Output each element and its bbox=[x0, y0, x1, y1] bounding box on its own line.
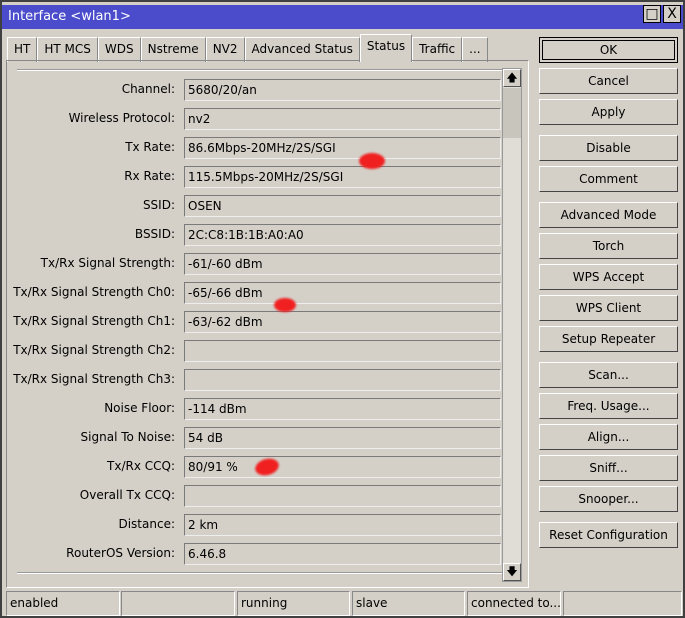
wps-accept-button[interactable]: WPS Accept bbox=[539, 264, 678, 290]
close-icon[interactable]: X bbox=[663, 5, 681, 23]
field-row: BSSID: 2C:C8:1B:1B:A0:A0 bbox=[11, 224, 501, 246]
status-segment: running bbox=[237, 591, 350, 616]
field-row: Signal To Noise: 54 dB bbox=[11, 427, 501, 449]
field-label: Signal To Noise: bbox=[80, 430, 175, 444]
tab-nv2[interactable]: NV2 bbox=[205, 37, 245, 62]
divider bbox=[17, 69, 503, 71]
field-label: Tx/Rx Signal Strength Ch3: bbox=[13, 372, 175, 386]
field-value[interactable]: 5680/20/an bbox=[184, 79, 501, 101]
field-row: Tx/Rx Signal Strength Ch2: bbox=[11, 340, 501, 362]
redaction-mark bbox=[274, 298, 296, 312]
scroll-up-icon[interactable]: 🡅 bbox=[503, 69, 521, 87]
status-segment: connected to... bbox=[467, 591, 561, 616]
field-value[interactable]: OSEN bbox=[184, 195, 501, 217]
field-label: Tx/Rx Signal Strength Ch2: bbox=[13, 343, 175, 357]
scroll-thumb[interactable] bbox=[503, 88, 521, 138]
field-value[interactable]: 2C:C8:1B:1B:A0:A0 bbox=[184, 224, 501, 246]
field-row: Tx/Rx Signal Strength Ch0: -65/-66 dBm bbox=[11, 282, 501, 304]
vertical-scrollbar[interactable]: 🡅 🡇 bbox=[502, 68, 522, 582]
tab-wds[interactable]: WDS bbox=[97, 37, 141, 62]
status-segment: slave bbox=[352, 591, 465, 616]
scan-button[interactable]: Scan... bbox=[539, 362, 678, 388]
field-value[interactable]: -114 dBm bbox=[184, 398, 501, 420]
status-panel: Channel: 5680/20/an Wireless Protocol: nv2 T… bbox=[6, 60, 529, 588]
field-value[interactable] bbox=[184, 369, 501, 391]
tab-advanced-status[interactable]: Advanced Status bbox=[244, 37, 360, 62]
field-label: BSSID: bbox=[134, 227, 175, 241]
field-row: SSID: OSEN bbox=[11, 195, 501, 217]
sniff-button[interactable]: Sniff... bbox=[539, 455, 678, 481]
field-row: Noise Floor: -114 dBm bbox=[11, 398, 501, 420]
window-title: Interface <wlan1> bbox=[8, 9, 131, 24]
setup-repeater-button[interactable]: Setup Repeater bbox=[539, 326, 678, 352]
status-segment: enabled bbox=[6, 591, 120, 616]
status-segment bbox=[121, 591, 235, 616]
field-label: Tx/Rx Signal Strength Ch1: bbox=[13, 314, 175, 328]
field-label: Noise Floor: bbox=[104, 401, 175, 415]
comment-button[interactable]: Comment bbox=[539, 166, 678, 192]
wps-client-button[interactable]: WPS Client bbox=[539, 295, 678, 321]
field-row: Distance: 2 km bbox=[11, 514, 501, 536]
tab-ht[interactable]: HT bbox=[7, 37, 38, 62]
field-label: Wireless Protocol: bbox=[68, 111, 175, 125]
field-value[interactable] bbox=[184, 485, 501, 507]
torch-button[interactable]: Torch bbox=[539, 233, 678, 259]
field-value[interactable]: -65/-66 dBm bbox=[184, 282, 501, 304]
field-row: Wireless Protocol: nv2 bbox=[11, 108, 501, 130]
field-value[interactable]: nv2 bbox=[184, 108, 501, 130]
field-label: RouterOS Version: bbox=[66, 546, 175, 560]
field-value[interactable]: 2 km bbox=[184, 514, 501, 536]
field-value[interactable]: 54 dB bbox=[184, 427, 501, 449]
field-label: Tx/Rx Signal Strength Ch0: bbox=[13, 285, 175, 299]
field-row: Tx/Rx Signal Strength Ch1: -63/-62 dBm bbox=[11, 311, 501, 333]
field-label: Overall Tx CCQ: bbox=[79, 488, 175, 502]
freq-usage-button[interactable]: Freq. Usage... bbox=[539, 393, 678, 419]
interface-window: Interface <wlan1> □ X HT HT MCS WDS Nstreme… bbox=[0, 0, 685, 618]
divider bbox=[17, 572, 503, 574]
field-value[interactable]: 80/91 % bbox=[184, 456, 501, 478]
tab-traffic[interactable]: Traffic bbox=[412, 37, 463, 62]
apply-button[interactable]: Apply bbox=[539, 99, 678, 125]
tab-more[interactable]: ... bbox=[462, 37, 488, 62]
ok-button[interactable]: OK bbox=[539, 37, 678, 63]
tab-ht-mcs[interactable]: HT MCS bbox=[37, 37, 98, 62]
field-label: Channel: bbox=[121, 82, 175, 96]
maximize-icon[interactable]: □ bbox=[643, 5, 661, 23]
tab-bar: HT HT MCS WDS Nstreme NV2 Advanced Status Stat… bbox=[7, 34, 488, 62]
field-value[interactable]: 6.46.8 bbox=[184, 543, 501, 565]
tab-nstreme[interactable]: Nstreme bbox=[140, 37, 206, 62]
advanced-mode-button[interactable]: Advanced Mode bbox=[539, 202, 678, 228]
field-label: Tx/Rx CCQ: bbox=[107, 459, 175, 473]
field-row: Overall Tx CCQ: bbox=[11, 485, 501, 507]
field-row: Tx Rate: 86.6Mbps-20MHz/2S/SGI bbox=[11, 137, 501, 159]
field-row: Tx/Rx Signal Strength: -61/-60 dBm bbox=[11, 253, 501, 275]
reset-configuration-button[interactable]: Reset Configuration bbox=[539, 522, 678, 548]
tab-status[interactable]: Status bbox=[359, 34, 413, 62]
field-value[interactable]: 115.5Mbps-20MHz/2S/SGI bbox=[184, 166, 501, 188]
field-label: Rx Rate: bbox=[124, 169, 175, 183]
field-value[interactable]: -63/-62 dBm bbox=[184, 311, 501, 333]
scroll-down-icon[interactable]: 🡇 bbox=[503, 563, 521, 581]
field-label: Tx Rate: bbox=[125, 140, 175, 154]
field-label: Tx/Rx Signal Strength: bbox=[40, 256, 175, 270]
status-segment bbox=[563, 591, 682, 616]
field-label: Distance: bbox=[118, 517, 175, 531]
field-row: Rx Rate: 115.5Mbps-20MHz/2S/SGI bbox=[11, 166, 501, 188]
field-value[interactable]: 86.6Mbps-20MHz/2S/SGI bbox=[184, 137, 501, 159]
disable-button[interactable]: Disable bbox=[539, 135, 678, 161]
field-row: RouterOS Version: 6.46.8 bbox=[11, 543, 501, 565]
snooper-button[interactable]: Snooper... bbox=[539, 486, 678, 512]
redaction-mark bbox=[359, 153, 385, 169]
cancel-button[interactable]: Cancel bbox=[539, 68, 678, 94]
field-value[interactable]: -61/-60 dBm bbox=[184, 253, 501, 275]
field-label: SSID: bbox=[142, 198, 175, 212]
align-button[interactable]: Align... bbox=[539, 424, 678, 450]
title-bar[interactable]: Interface <wlan1> bbox=[2, 5, 683, 29]
field-row: Channel: 5680/20/an bbox=[11, 79, 501, 101]
field-value[interactable] bbox=[184, 340, 501, 362]
field-row: Tx/Rx Signal Strength Ch3: bbox=[11, 369, 501, 391]
